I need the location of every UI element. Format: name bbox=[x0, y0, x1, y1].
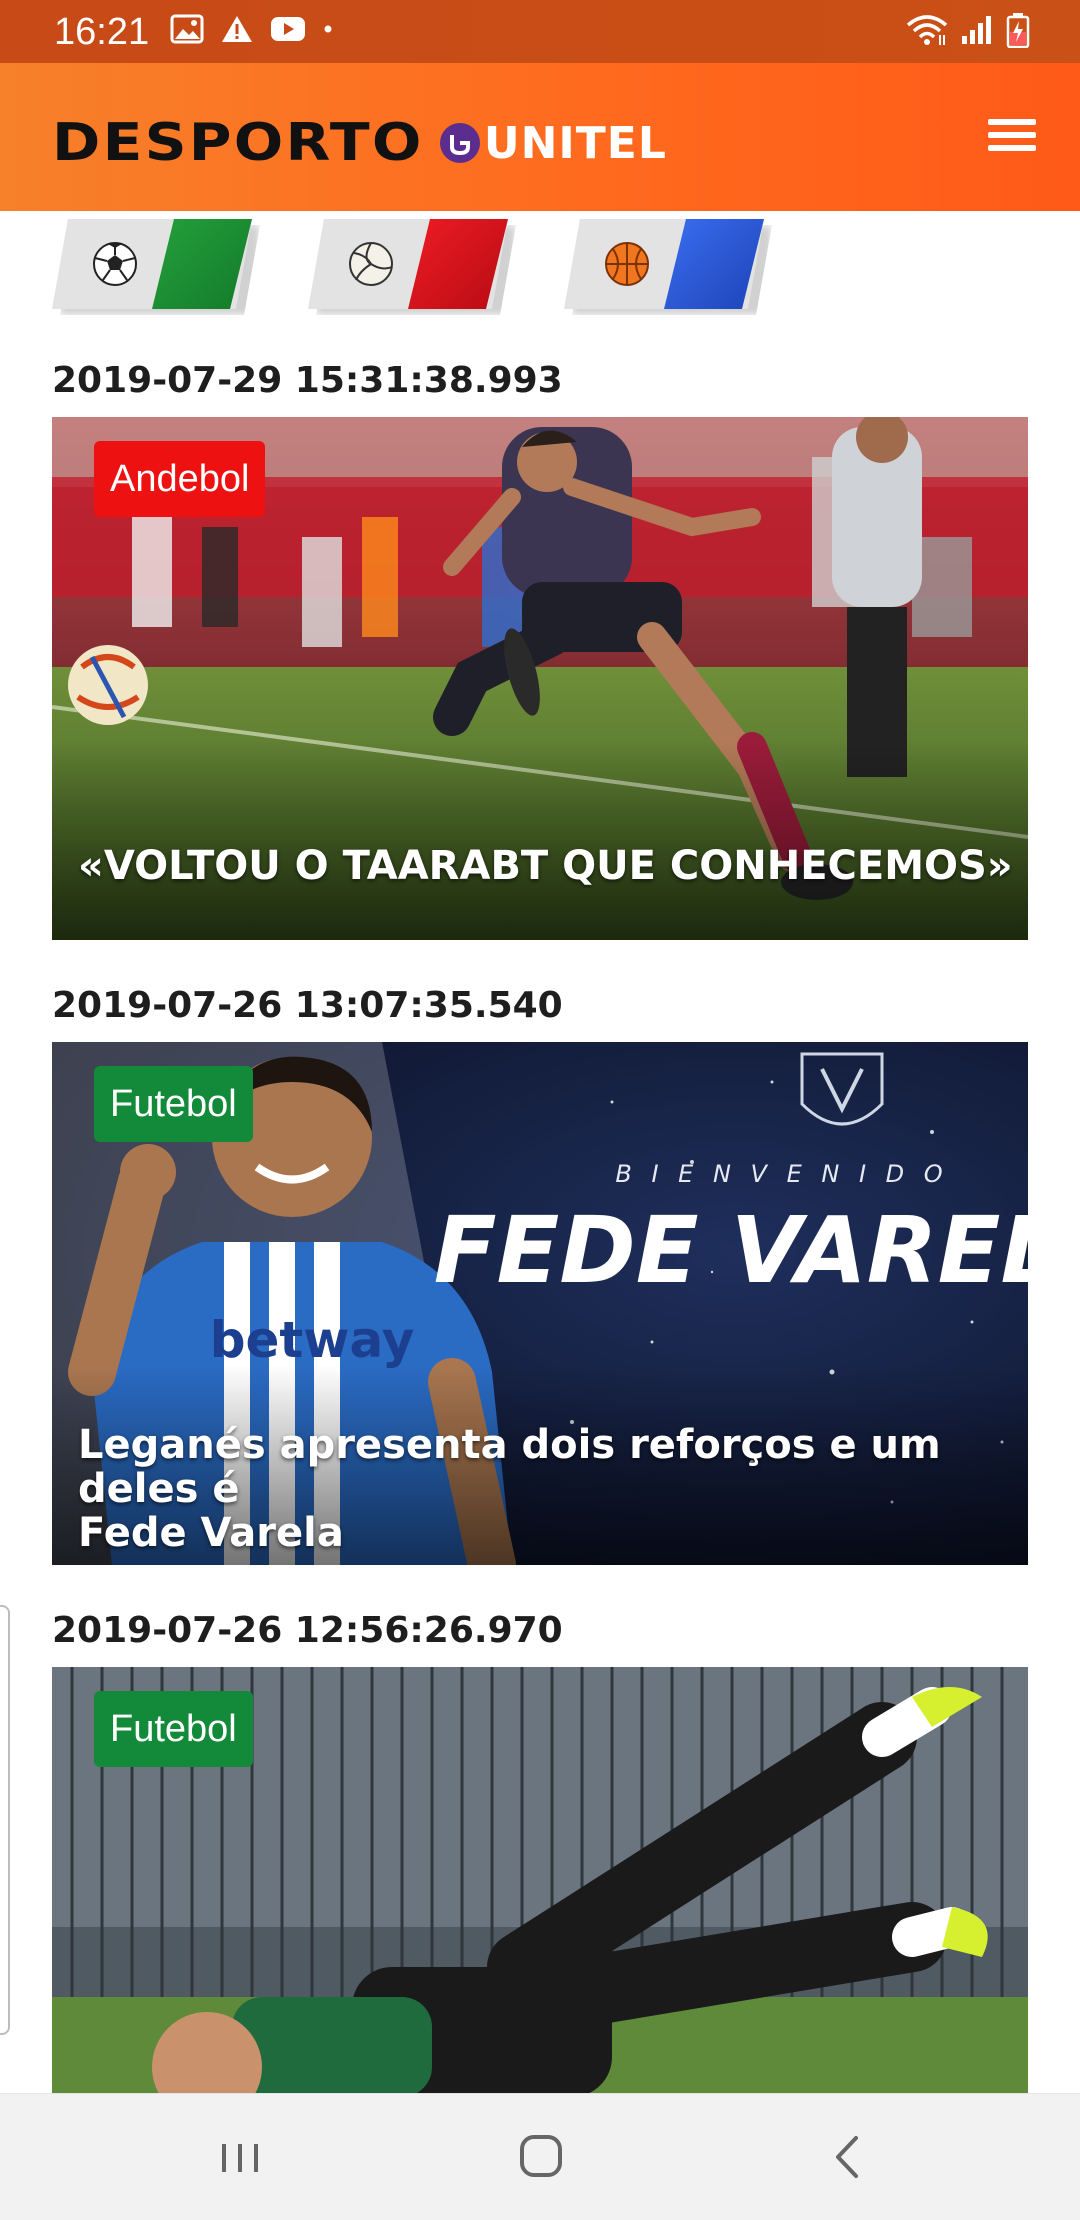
signal-icon bbox=[962, 16, 991, 44]
edge-panel-handle[interactable] bbox=[0, 1605, 10, 2035]
brand-primary-text: DESPORTO bbox=[52, 113, 424, 173]
news-title: «VOLTOU O TAARABT QUE CONHECEMOS» bbox=[78, 844, 1013, 888]
wifi-icon bbox=[906, 15, 948, 45]
soccer-ball-icon bbox=[93, 242, 137, 286]
status-notifications bbox=[170, 14, 334, 44]
news-card[interactable]: betway B I E N V E N I D O FEDE VARELA F… bbox=[52, 1042, 1028, 1565]
basketball-icon bbox=[605, 242, 649, 286]
status-bar: 16:21 bbox=[0, 0, 1080, 63]
tab-volleyball[interactable] bbox=[308, 219, 516, 315]
brand-logo[interactable]: DESPORTO UNITEL bbox=[52, 113, 667, 173]
sport-tabs bbox=[0, 211, 1080, 331]
hamburger-menu-icon[interactable] bbox=[984, 107, 1040, 163]
news-image-shade bbox=[52, 740, 1028, 940]
battery-charging-icon bbox=[1006, 13, 1030, 48]
back-icon[interactable] bbox=[806, 2124, 886, 2190]
tab-football[interactable] bbox=[52, 219, 260, 315]
app-header: DESPORTO UNITEL bbox=[0, 63, 1080, 211]
volleyball-icon bbox=[349, 242, 393, 286]
tab-basketball[interactable] bbox=[564, 219, 772, 315]
unitel-logo-icon bbox=[439, 123, 480, 163]
status-time: 16:21 bbox=[54, 11, 150, 53]
youtube-icon bbox=[271, 17, 305, 41]
screen: 16:21 DESPORTO UNITEL 2019-07-29 15:31:3… bbox=[0, 0, 1080, 2220]
image-player-name-text: FEDE VARELA bbox=[434, 1197, 1028, 1304]
recent-apps-icon[interactable] bbox=[200, 2124, 280, 2190]
dot-icon bbox=[324, 25, 332, 33]
system-nav-bar bbox=[0, 2093, 1080, 2220]
warning-icon bbox=[222, 16, 252, 42]
news-date: 2019-07-29 15:31:38.993 bbox=[52, 360, 563, 401]
image-icon bbox=[170, 14, 204, 44]
status-system-icons bbox=[906, 12, 1030, 48]
brand-secondary-text: UNITEL bbox=[483, 117, 667, 169]
news-date: 2019-07-26 12:56:26.970 bbox=[52, 1610, 563, 1651]
category-badge: Futebol bbox=[94, 1066, 253, 1142]
news-card[interactable]: Andebol «VOLTOU O TAARABT QUE CONHECEMOS… bbox=[52, 417, 1028, 940]
category-badge: Andebol bbox=[94, 441, 266, 517]
jersey-sponsor-text: betway bbox=[210, 1311, 415, 1369]
category-badge: Futebol bbox=[94, 1691, 253, 1767]
news-date: 2019-07-26 13:07:35.540 bbox=[52, 985, 563, 1026]
news-title: Leganés apresenta dois reforços e um del… bbox=[78, 1423, 941, 1555]
news-card[interactable]: Futebol bbox=[52, 1667, 1028, 2093]
image-welcome-text: B I E N V E N I D O bbox=[615, 1160, 948, 1188]
home-icon[interactable] bbox=[500, 2124, 580, 2190]
